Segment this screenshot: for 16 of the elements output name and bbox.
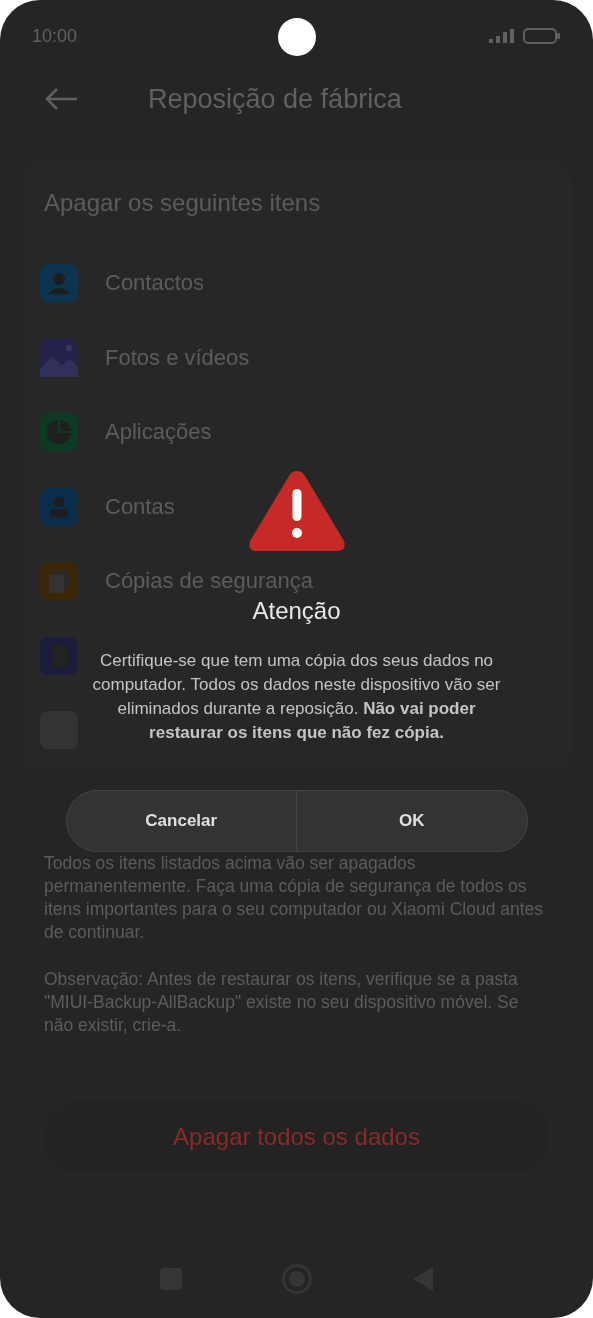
back-arrow-icon[interactable] <box>44 87 78 111</box>
page-title: Reposição de fábrica <box>148 82 402 116</box>
signal-icon <box>489 29 515 43</box>
battery-icon <box>523 28 561 44</box>
image-icon <box>40 338 78 377</box>
camera-cutout <box>278 18 316 56</box>
person-icon <box>40 487 78 526</box>
dialog-button[interactable]: OK <box>296 791 527 851</box>
contact-icon <box>40 264 78 302</box>
dialog-message: Certifique-se que tem uma cópia dos seus dados no computador. Todos os dados neste dispositivo vão ser eliminados durante a reposição. Não vai poder restaurar os itens que não fez cópia. <box>91 650 502 744</box>
dialog-title: Atenção <box>252 598 341 624</box>
status-time: 10:00 <box>32 24 78 48</box>
dialog-button[interactable]: Cancelar <box>66 791 296 851</box>
copy-icon <box>40 562 78 600</box>
pie-chart-icon <box>40 413 78 451</box>
document-icon <box>40 636 78 675</box>
